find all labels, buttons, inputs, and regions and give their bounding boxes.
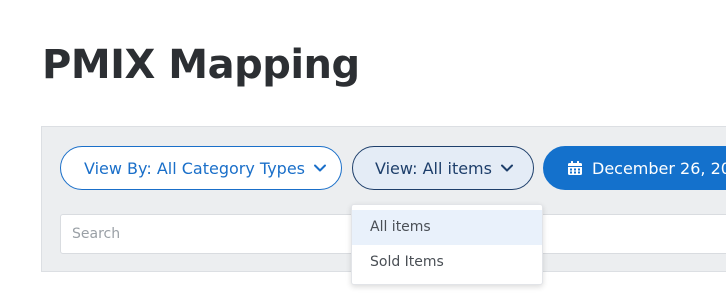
date-picker-label: December 26, 20 bbox=[592, 158, 726, 178]
dropdown-option-sold-items[interactable]: Sold Items bbox=[352, 245, 542, 280]
page-title: PMIX Mapping bbox=[42, 42, 360, 88]
dropdown-option-all-items[interactable]: All items bbox=[352, 210, 542, 245]
calendar-icon bbox=[568, 161, 582, 175]
category-type-filter-button[interactable]: View By: All Category Types bbox=[60, 146, 342, 190]
date-picker-button[interactable]: December 26, 20 bbox=[543, 146, 726, 190]
view-filter-button[interactable]: View: All items bbox=[352, 146, 534, 190]
page: PMIX Mapping View By: All Category Types… bbox=[0, 0, 726, 298]
view-filter-label: View: All items bbox=[375, 158, 492, 178]
category-type-filter-label: View By: All Category Types bbox=[84, 158, 305, 178]
view-dropdown-menu: All items Sold Items bbox=[351, 204, 543, 285]
chevron-down-icon bbox=[314, 164, 326, 172]
chevron-down-icon bbox=[500, 164, 513, 172]
